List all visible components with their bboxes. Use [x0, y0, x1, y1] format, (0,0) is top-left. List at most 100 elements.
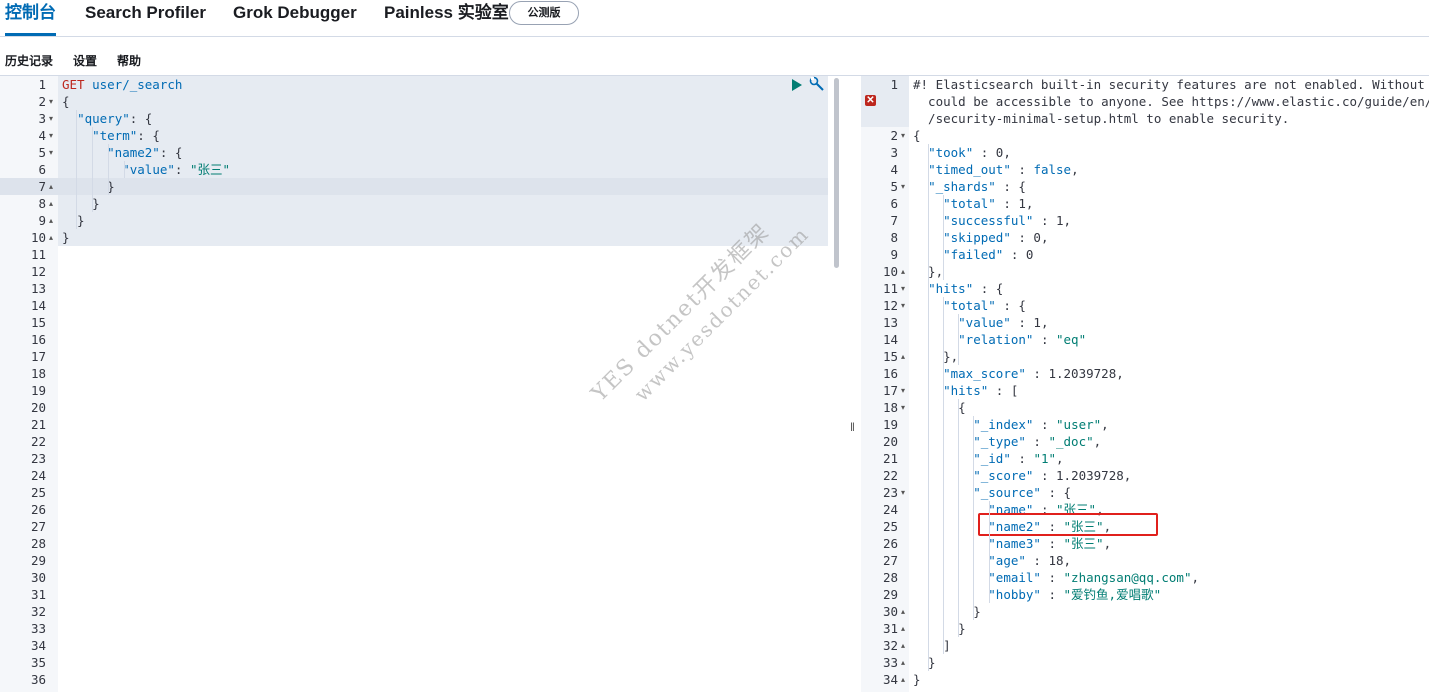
line-number: 34	[882, 672, 898, 687]
fold-open-icon[interactable]: ▾	[49, 144, 53, 161]
fold-close-icon[interactable]: ▴	[901, 263, 905, 280]
fold-close-icon[interactable]: ▴	[49, 195, 53, 212]
line-number: 33	[30, 621, 46, 636]
indent-guide	[989, 501, 990, 603]
response-code-line: "relation" : "eq"	[958, 332, 1087, 347]
fold-close-icon[interactable]: ▴	[49, 229, 53, 246]
fold-close-icon[interactable]: ▴	[49, 212, 53, 229]
indent-guide	[973, 416, 974, 620]
fold-close-icon[interactable]: ▴	[901, 620, 905, 637]
menu-settings[interactable]: 设置	[73, 52, 97, 69]
fold-close-icon[interactable]: ▴	[901, 348, 905, 365]
fold-close-icon[interactable]: ▴	[49, 178, 53, 195]
request-scrollbar[interactable]	[834, 78, 839, 268]
response-warning-line: /security-minimal-setup.html to enable s…	[913, 111, 1290, 126]
fold-close-icon[interactable]: ▴	[901, 671, 905, 688]
line-number: 14	[30, 298, 46, 313]
line-number: 12	[882, 298, 898, 313]
menu-history[interactable]: 历史记录	[5, 52, 53, 69]
fold-open-icon[interactable]: ▾	[901, 178, 905, 195]
line-number: 19	[882, 417, 898, 432]
active-line-highlight	[0, 178, 828, 195]
tab-search-profiler[interactable]: Search Profiler	[85, 0, 206, 36]
response-code-line: "_id" : "1",	[973, 451, 1064, 466]
line-number: 20	[882, 434, 898, 449]
line-number: 7	[38, 179, 46, 194]
line-number: 13	[882, 315, 898, 330]
indent-guide	[958, 314, 959, 365]
line-number: 15	[882, 349, 898, 364]
line-number: 3	[38, 111, 46, 126]
top-tab-bar: 控制台 Search Profiler Grok Debugger Painle…	[0, 0, 1429, 37]
fold-open-icon[interactable]: ▾	[49, 93, 53, 110]
line-number: 9	[38, 213, 46, 228]
line-number: 16	[30, 332, 46, 347]
line-number: 31	[882, 621, 898, 636]
line-number: 2	[38, 94, 46, 109]
line-number: 18	[882, 400, 898, 415]
line-number: 21	[882, 451, 898, 466]
fold-open-icon[interactable]: ▾	[901, 382, 905, 399]
request-code-line: "value": "张三"	[122, 162, 231, 177]
fold-close-icon[interactable]: ▴	[901, 603, 905, 620]
line-number: 7	[890, 213, 898, 228]
line-number: 18	[30, 366, 46, 381]
menu-help[interactable]: 帮助	[117, 52, 141, 69]
fold-open-icon[interactable]: ▾	[49, 110, 53, 127]
annotation-highlight-box	[978, 513, 1158, 536]
indent-guide	[928, 144, 929, 671]
fold-open-icon[interactable]: ▾	[49, 127, 53, 144]
line-number: 6	[890, 196, 898, 211]
response-warning-line: could be accessible to anyone. See https…	[928, 94, 1429, 109]
line-number: 22	[30, 434, 46, 449]
line-number: 28	[882, 570, 898, 585]
line-number: 30	[882, 604, 898, 619]
fold-close-icon[interactable]: ▴	[901, 654, 905, 671]
line-number: 36	[30, 672, 46, 687]
response-code-line: "hits" : {	[928, 281, 1004, 296]
line-number: 5	[890, 179, 898, 194]
response-code-line: }	[913, 604, 981, 619]
response-code-line: "value" : 1,	[958, 315, 1049, 330]
response-code-line: "successful" : 1,	[943, 213, 1072, 228]
fold-open-icon[interactable]: ▾	[901, 484, 905, 501]
fold-open-icon[interactable]: ▾	[901, 280, 905, 297]
response-code-line: }	[913, 672, 921, 687]
line-number: 30	[30, 570, 46, 585]
fold-open-icon[interactable]: ▾	[901, 297, 905, 314]
line-number: 15	[30, 315, 46, 330]
tab-grok-debugger[interactable]: Grok Debugger	[233, 0, 357, 36]
response-code-line: "total" : 1,	[943, 196, 1034, 211]
line-number: 32	[882, 638, 898, 653]
line-number: 35	[30, 655, 46, 670]
request-code-line: "name2": {	[107, 145, 183, 160]
line-number: 4	[890, 162, 898, 177]
line-number: 10	[882, 264, 898, 279]
tab-painless-lab[interactable]: Painless 实验室	[384, 0, 509, 36]
line-number: 14	[882, 332, 898, 347]
fold-open-icon[interactable]: ▾	[901, 127, 905, 144]
fold-close-icon[interactable]: ▴	[901, 637, 905, 654]
line-number: 26	[882, 536, 898, 551]
wrench-icon[interactable]	[809, 76, 825, 92]
response-code-line: "skipped" : 0,	[943, 230, 1049, 245]
response-code-line: "age" : 18,	[988, 553, 1072, 568]
line-number: 29	[882, 587, 898, 602]
tab-console[interactable]: 控制台	[5, 0, 56, 36]
response-code-line: "failed" : 0	[943, 247, 1034, 262]
response-code-line: "email" : "zhangsan@qq.com",	[988, 570, 1199, 585]
line-number: 23	[30, 451, 46, 466]
line-number: 20	[30, 400, 46, 415]
response-code-line: "_type" : "_doc",	[973, 434, 1102, 449]
line-number: 11	[882, 281, 898, 296]
line-number: 22	[882, 468, 898, 483]
line-number: 4	[38, 128, 46, 143]
line-number: 29	[30, 553, 46, 568]
play-icon[interactable]	[792, 79, 802, 91]
fold-open-icon[interactable]: ▾	[901, 399, 905, 416]
line-number: 12	[30, 264, 46, 279]
request-code-line: }	[62, 213, 85, 228]
line-number: 24	[30, 468, 46, 483]
indent-guide	[124, 161, 125, 178]
line-number: 34	[30, 638, 46, 653]
